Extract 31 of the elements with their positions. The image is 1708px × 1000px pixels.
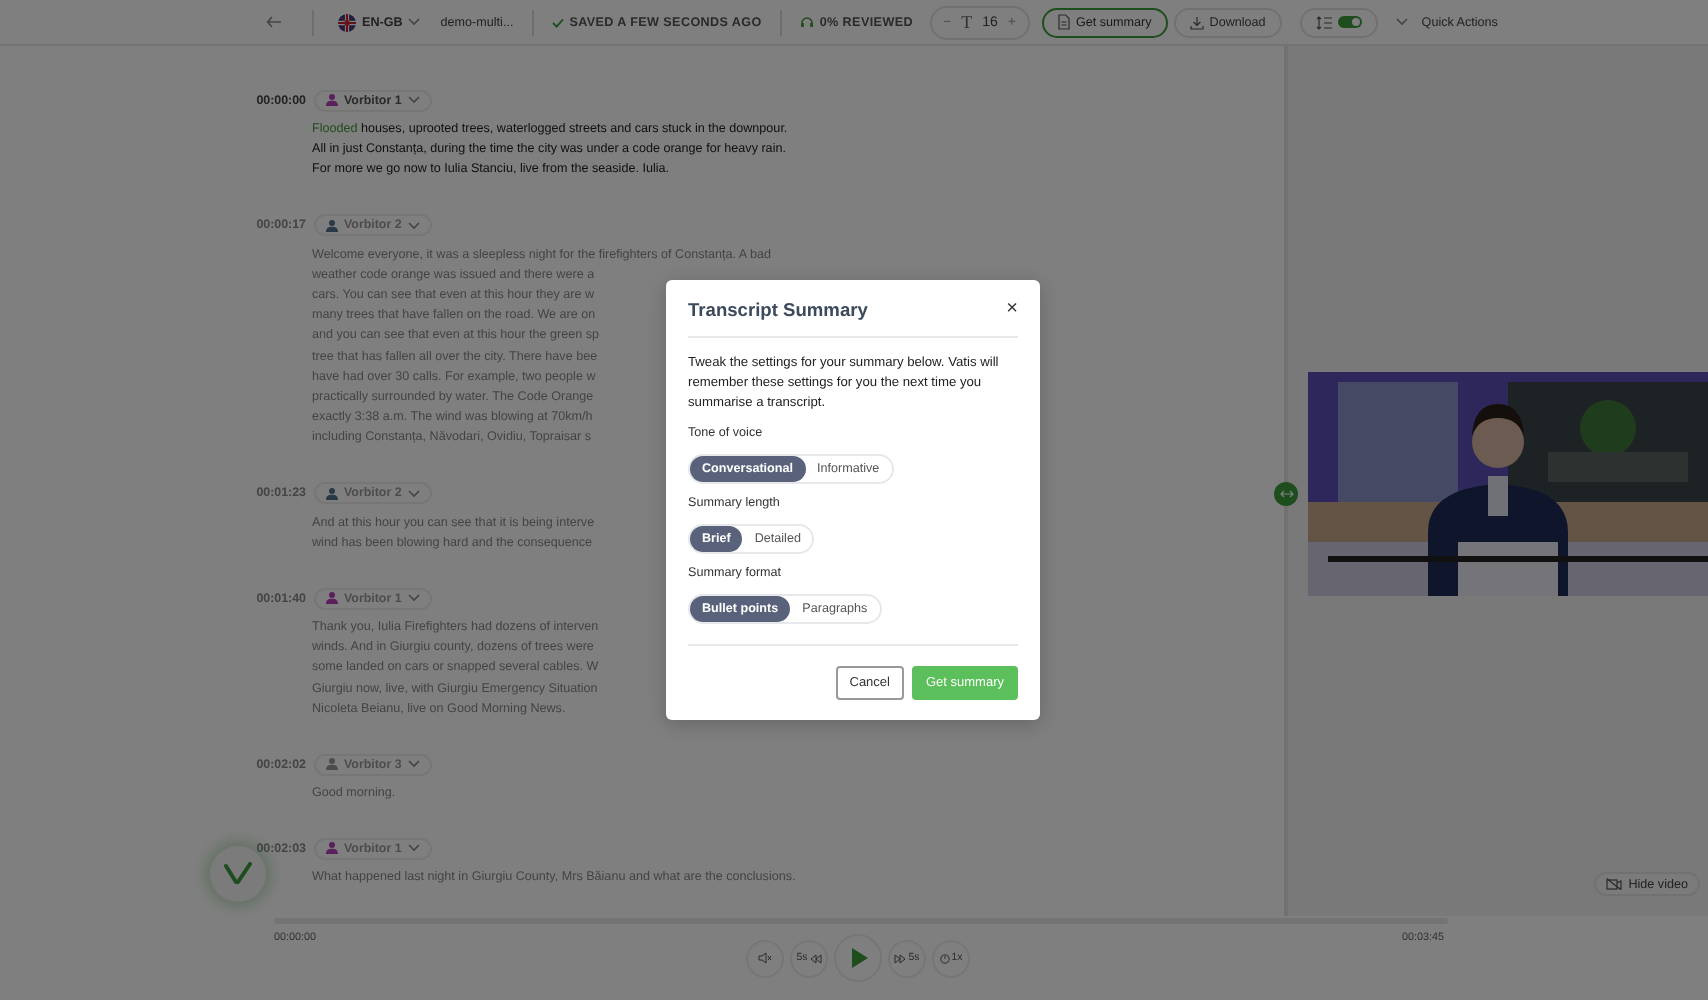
check-icon — [551, 17, 564, 27]
line-spacing-icon — [1315, 15, 1332, 29]
document-icon — [1057, 14, 1070, 30]
chevron-icon — [407, 96, 420, 104]
gauge-icon — [939, 953, 950, 963]
chevron-icon — [407, 489, 420, 498]
chevron-icon — [407, 594, 420, 603]
mute-icon — [758, 952, 772, 964]
play-icon — [849, 948, 867, 968]
chevron-icon — [407, 844, 420, 853]
logo-icon — [224, 862, 252, 886]
mute-button[interactable] — [746, 939, 784, 977]
download-icon — [1189, 15, 1204, 29]
resize-arrows-icon — [1279, 490, 1293, 498]
line-spacing-toggle[interactable] — [1299, 7, 1378, 37]
chevron-icon — [407, 221, 420, 230]
chevron-icon — [408, 18, 421, 26]
video-off-icon — [1606, 878, 1623, 890]
fast-forward-icon — [894, 953, 907, 963]
flag-icon — [338, 13, 356, 31]
play-button[interactable] — [834, 934, 882, 982]
resize-handle[interactable] — [1274, 482, 1298, 506]
headphones-icon — [799, 16, 814, 28]
chevron-icon — [407, 760, 420, 769]
toggle-switch — [1337, 16, 1362, 28]
rewind-icon — [809, 953, 822, 963]
font-icon: T — [961, 12, 973, 32]
back-arrow-icon — [266, 16, 282, 28]
chevron-icon — [1395, 18, 1408, 26]
dialog-title: Transcript Summary — [688, 299, 868, 319]
close-button[interactable]: × — [1006, 298, 1018, 320]
